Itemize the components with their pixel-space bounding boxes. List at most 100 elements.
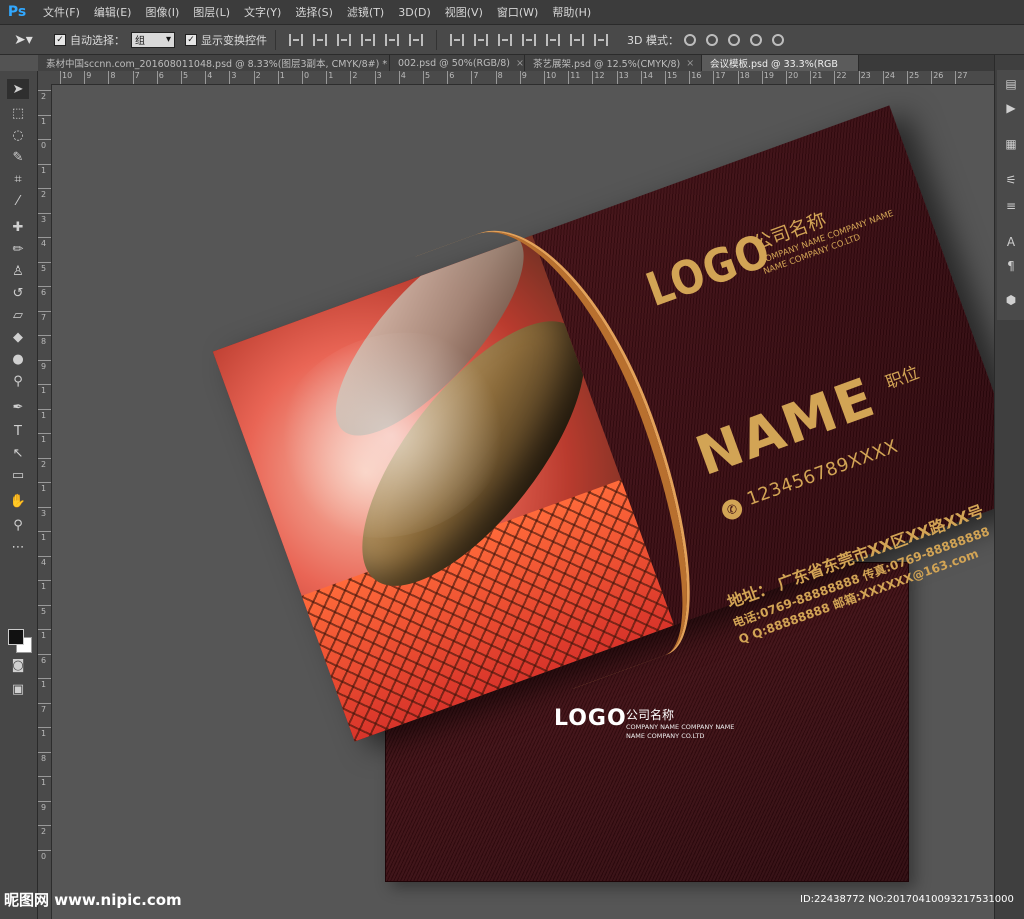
menu-file[interactable]: 文件(F) xyxy=(36,4,87,20)
tab-document-3[interactable]: 茶艺展架.psd @ 12.5%(CMYK/8) × xyxy=(525,55,702,71)
blur-tool-icon[interactable]: ● xyxy=(7,349,29,369)
scale-3d-icon[interactable] xyxy=(771,33,784,46)
hand-tool-icon[interactable]: ✋ xyxy=(7,491,29,511)
tab-document-1[interactable]: 素材中国sccnn.com_201608011048.psd @ 8.33%(图… xyxy=(38,55,390,71)
path-select-tool-icon[interactable]: ↖ xyxy=(7,443,29,463)
horizontal-ruler[interactable]: 10 9 8 7 6 5 4 3 2 1 0 1 2 3 4 5 6 7 8 9 10 11 12 13 14 15 16 17 18 1… xyxy=(52,71,994,85)
distribute-hcenter-icon[interactable] xyxy=(546,33,560,46)
menu-view[interactable]: 视图(V) xyxy=(438,4,490,20)
ruler-label: 9 xyxy=(41,802,47,812)
crop-tool-icon[interactable]: ⌗ xyxy=(7,169,29,189)
clone-stamp-tool-icon[interactable]: ♙ xyxy=(7,261,29,281)
history-panel-icon[interactable]: ▤ xyxy=(1000,74,1022,94)
marquee-tool-icon[interactable]: ⬚ xyxy=(7,103,29,123)
tab-document-2[interactable]: 002.psd @ 50%(RGB/8) × xyxy=(390,55,525,71)
pen-tool-icon[interactable]: ✒ xyxy=(7,397,29,417)
menu-layer[interactable]: 图层(L) xyxy=(186,4,237,20)
drag-3d-icon[interactable] xyxy=(727,33,740,46)
rectangle-tool-icon[interactable]: ▭ xyxy=(7,465,29,485)
auto-select-dropdown[interactable]: 组 ▾ xyxy=(131,31,175,48)
show-transform-checkbox[interactable]: ✓ xyxy=(185,33,197,46)
menu-3d[interactable]: 3D(D) xyxy=(391,6,438,19)
distribute-top-icon[interactable] xyxy=(450,33,464,46)
align-left-icon[interactable] xyxy=(361,33,375,46)
ruler-tick xyxy=(38,90,51,91)
ruler-tick xyxy=(834,71,836,84)
ruler-tick xyxy=(495,71,497,84)
paragraph-panel-icon[interactable]: ¶ xyxy=(1000,256,1022,276)
align-hcenter-icon[interactable] xyxy=(385,33,399,46)
libraries-panel-icon[interactable]: ▦ xyxy=(1000,134,1022,154)
menu-type[interactable]: 文字(Y) xyxy=(237,4,288,20)
menu-edit[interactable]: 编辑(E) xyxy=(87,4,139,20)
ruler-tick xyxy=(84,71,86,84)
more-tools-icon[interactable]: ⋯ xyxy=(7,537,29,557)
ruler-label: 3 xyxy=(41,508,47,518)
ruler-label: 10 xyxy=(546,71,557,80)
3d-panel-icon[interactable]: ⬢ xyxy=(1000,290,1022,310)
type-tool-icon[interactable]: T xyxy=(7,421,29,441)
auto-select-checkbox[interactable]: ✓ xyxy=(54,33,66,46)
ruler-corner[interactable] xyxy=(38,71,52,84)
character-panel-icon[interactable]: A xyxy=(1000,232,1022,252)
foreground-color-swatch[interactable] xyxy=(8,629,24,645)
adjustments-panel-icon[interactable]: ⚟ xyxy=(1000,170,1022,190)
menu-select[interactable]: 选择(S) xyxy=(288,4,340,20)
zoom-tool-icon[interactable]: ⚲ xyxy=(7,515,29,535)
distribute-bottom-icon[interactable] xyxy=(498,33,512,46)
ruler-tick xyxy=(38,114,51,116)
align-top-icon[interactable] xyxy=(289,33,303,46)
actions-panel-icon[interactable]: ▶ xyxy=(1000,98,1022,118)
auto-align-icon[interactable] xyxy=(594,33,608,46)
move-tool-preset-icon[interactable]: ➤▾ xyxy=(14,32,44,48)
move-tool-icon[interactable]: ➤ xyxy=(7,79,29,99)
options-bar: ➤▾ ✓ 自动选择： 组 ▾ ✓ 显示变换控件 3D 模式： xyxy=(0,25,1024,55)
align-vcenter-icon[interactable] xyxy=(313,33,327,46)
menu-image[interactable]: 图像(I) xyxy=(138,4,186,20)
ruler-label: 9 xyxy=(86,71,92,80)
distribute-right-icon[interactable] xyxy=(570,33,584,46)
auto-select-option[interactable]: ✓ 自动选择： xyxy=(54,32,125,48)
ruler-label: 19 xyxy=(763,71,774,80)
brush-tool-icon[interactable]: ✏ xyxy=(7,239,29,259)
lasso-tool-icon[interactable]: ◌ xyxy=(7,125,29,145)
distribute-left-icon[interactable] xyxy=(522,33,536,46)
align-bottom-icon[interactable] xyxy=(337,33,351,46)
ruler-label: 14 xyxy=(642,71,653,80)
menu-window[interactable]: 窗口(W) xyxy=(490,4,545,20)
document-canvas[interactable]: LOGO 公司名称 COMPANY NAME COMPANY NAME NAME… xyxy=(52,85,994,919)
screen-mode-icon[interactable]: ▣ xyxy=(7,679,29,699)
roll-3d-icon[interactable] xyxy=(705,33,718,46)
history-brush-tool-icon[interactable]: ↺ xyxy=(7,283,29,303)
close-icon[interactable]: × xyxy=(516,58,524,69)
ruler-label: 7 xyxy=(473,71,479,80)
slide-3d-icon[interactable] xyxy=(749,33,762,46)
eraser-tool-icon[interactable]: ▱ xyxy=(7,305,29,325)
distribute-vcenter-icon[interactable] xyxy=(474,33,488,46)
healing-brush-tool-icon[interactable]: ✚ xyxy=(7,217,29,237)
vertical-ruler[interactable]: 2 1 0 1 2 3 4 5 6 7 8 9 1 1 1 2 1 3 1 4 1 5 1 6 1 7 1 8 1 9 2 0 xyxy=(38,84,52,919)
dodge-tool-icon[interactable]: ⚲ xyxy=(7,371,29,391)
ruler-tick xyxy=(38,286,51,287)
tab-document-4[interactable]: 会议模板.psd @ 33.3%(RGB xyxy=(702,55,859,71)
ruler-label: 9 xyxy=(521,71,527,80)
rotate-3d-icon[interactable] xyxy=(683,33,696,46)
ruler-tick xyxy=(38,653,51,655)
close-icon[interactable]: × xyxy=(686,58,694,69)
quick-mask-icon[interactable]: ◙ xyxy=(7,655,29,675)
ruler-label: 1 xyxy=(41,410,47,420)
tab-label: 002.psd @ 50%(RGB/8) xyxy=(398,57,510,69)
ruler-label: 4 xyxy=(207,71,213,80)
eyedropper-tool-icon[interactable]: ⁄ xyxy=(7,191,29,211)
menu-filter[interactable]: 滤镜(T) xyxy=(340,4,391,20)
show-transform-option[interactable]: ✓ 显示变换控件 xyxy=(185,32,267,48)
ruler-label: 3 xyxy=(41,214,47,224)
divider xyxy=(275,29,276,50)
menu-help[interactable]: 帮助(H) xyxy=(545,4,598,20)
layers-panel-icon[interactable]: ≡ xyxy=(1000,196,1022,216)
align-right-icon[interactable] xyxy=(409,33,423,46)
quick-select-tool-icon[interactable]: ✎ xyxy=(7,147,29,167)
paint-bucket-tool-icon[interactable]: ◆ xyxy=(7,327,29,347)
ruler-label: 24 xyxy=(884,71,895,80)
ruler-label: 15 xyxy=(667,71,678,80)
